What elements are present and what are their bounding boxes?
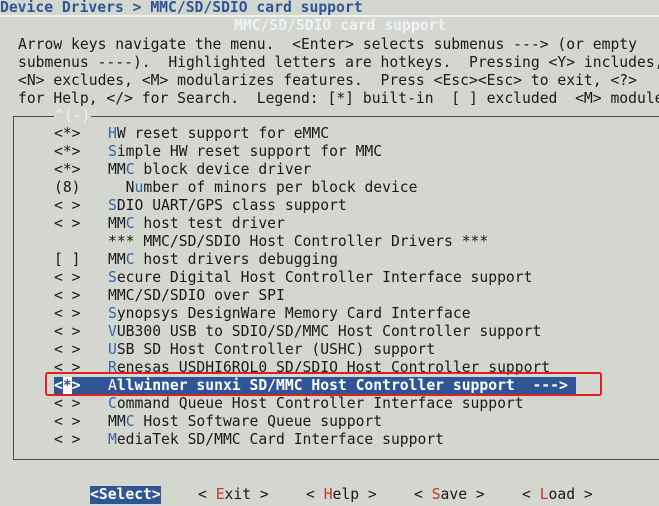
hotkey-letter: S <box>108 197 117 214</box>
menu-item-state[interactable]: < > <box>54 341 108 359</box>
menu-item-label: MMC host test driver <box>108 215 285 232</box>
save-button[interactable]: < Save > <box>414 486 485 504</box>
menu-item-state[interactable]: <*> <box>54 125 108 143</box>
menu-item-state[interactable]: < > <box>54 395 108 413</box>
hotkey-letter: S <box>108 143 117 160</box>
hotkey-letter: A <box>108 377 117 394</box>
menu-item[interactable]: < > USB SD Host Controller (USHC) support <box>54 341 576 359</box>
menu-item-state[interactable]: < > <box>54 197 108 215</box>
hotkey-letter: R <box>108 359 117 376</box>
hotkey-letter: M <box>108 431 117 448</box>
menu-item-label: *** MMC/SD/SDIO Host Controller Drivers … <box>108 233 489 250</box>
menu-item-label: MMC/SD/SDIO over SPI <box>108 287 285 304</box>
menu-item-label: HW reset support for eMMC <box>108 125 330 142</box>
menu-item-state[interactable]: < > <box>54 269 108 287</box>
menu-item-state[interactable]: < > <box>54 323 108 341</box>
load-button[interactable]: < Load > <box>522 486 593 504</box>
menu-item-state[interactable]: <*> <box>54 377 108 395</box>
hotkey-letter: U <box>108 341 117 358</box>
menu-list: <*> HW reset support for eMMC <*> Simple HW… <box>54 125 576 449</box>
menu-item-state[interactable]: <*> <box>54 161 108 179</box>
menu-item-label: MMC Host Software Queue support <box>108 413 383 430</box>
menu-item-state[interactable]: < > <box>54 305 108 323</box>
menu-item[interactable]: < > MMC/SD/SDIO over SPI <box>54 287 576 305</box>
hotkey-letter: H <box>108 125 117 142</box>
exit-button[interactable]: < Exit > <box>198 486 269 504</box>
hotkey-letter: V <box>108 323 117 340</box>
menu-item-state[interactable]: <*> <box>54 143 108 161</box>
menu-item[interactable]: < > VUB300 USB to SDIO/SD/MMC Host Contro… <box>54 323 576 341</box>
menu-item[interactable]: < > SDIO UART/GPS class support <box>54 197 576 215</box>
menu-item[interactable]: < > MediaTek SD/MMC Card Interface suppor… <box>54 431 576 449</box>
menu-item[interactable]: < > Secure Digital Host Controller Interf… <box>54 269 576 287</box>
menu-item-label: MediaTek SD/MMC Card Interface support <box>108 431 445 448</box>
menu-item[interactable]: <*> HW reset support for eMMC <box>54 125 576 143</box>
select-button[interactable]: <Select> <box>90 486 161 504</box>
menu-item-state[interactable]: < > <box>54 215 108 233</box>
scroll-up-indicator[interactable]: ^(-) <box>54 108 92 124</box>
menu-item-label: USB SD Host Controller (USHC) support <box>108 341 436 358</box>
menu-item-state[interactable]: < > <box>54 287 108 305</box>
menu-item-label: Allwinner sunxi SD/MMC Host Controller s… <box>108 377 568 394</box>
menu-item-label: SDIO UART/GPS class support <box>108 197 347 214</box>
help-button[interactable]: < Help > <box>306 486 377 504</box>
menu-item[interactable]: < > MMC Host Software Queue support <box>54 413 576 431</box>
hotkey-letter: C <box>108 395 117 412</box>
menu-item-state[interactable]: [ ] <box>54 251 108 269</box>
hotkey-letter: S <box>108 305 117 322</box>
menu-item[interactable]: <*> MMC block device driver <box>54 161 576 179</box>
help-text: Arrow keys navigate the menu. <Enter> se… <box>18 36 659 108</box>
menu-item-label: Simple HW reset support for MMC <box>108 143 383 160</box>
breadcrumb: Device Drivers > MMC/SD/SDIO card suppor… <box>0 0 363 16</box>
menu-item: *** MMC/SD/SDIO Host Controller Drivers … <box>54 233 576 251</box>
hotkey-letter: C <box>125 413 135 430</box>
help-line: for Help, </> for Search. Legend: [*] bu… <box>18 90 659 107</box>
menu-item-label: Synopsys DesignWare Memory Card Interfac… <box>108 305 471 322</box>
help-line: <N> excludes, <M> modularizes features. … <box>18 72 637 89</box>
menu-item[interactable]: < > Renesas USDHI6ROL0 SD/SDIO Host Contr… <box>54 359 576 377</box>
help-line: Arrow keys navigate the menu. <Enter> se… <box>18 36 637 53</box>
hotkey-letter: C <box>125 215 135 232</box>
menu-item-label: Secure Digital Host Controller Interface… <box>108 269 533 286</box>
menu-item-state[interactable]: < > <box>54 359 108 377</box>
menu-item-state[interactable] <box>54 233 108 251</box>
menu-item-label: VUB300 USB to SDIO/SD/MMC Host Controlle… <box>108 323 542 340</box>
menu-item[interactable]: [ ] MMC host drivers debugging <box>54 251 576 269</box>
window-title: MMC/SD/SDIO card support <box>234 17 447 35</box>
menu-item-state[interactable]: < > <box>54 431 108 449</box>
hotkey-letter: S <box>108 269 117 286</box>
menu-item-label: Renesas USDHI6ROL0 SD/SDIO Host Controll… <box>108 359 551 376</box>
menu-item-state[interactable]: (8) <box>54 179 108 197</box>
menu-item[interactable]: <*> Simple HW reset support for MMC <box>54 143 576 161</box>
help-line: submenus ----). Highlighted letters are … <box>18 54 659 71</box>
menu-item[interactable]: < > Command Queue Host Controller Interfa… <box>54 395 576 413</box>
menu-item[interactable]: (8) Number of minors per block device <box>54 179 576 197</box>
menu-item-label: MMC host drivers debugging <box>108 251 338 268</box>
menu-item[interactable]: < > MMC host test driver <box>54 215 576 233</box>
hotkey-letter: C <box>125 251 135 268</box>
menu-item[interactable]: < > Synopsys DesignWare Memory Card Inter… <box>54 305 576 323</box>
menu-item-label: Number of minors per block device <box>108 179 418 196</box>
hotkey-letter: C <box>125 161 135 178</box>
menu-item-label: MMC block device driver <box>108 161 312 178</box>
menu-item-state[interactable]: < > <box>54 413 108 431</box>
menu-item-label: Command Queue Host Controller Interface … <box>108 395 524 412</box>
button-bar: <Select> < Exit > < Help > < Save > < Load > <box>0 486 659 504</box>
menu-item-selected[interactable]: <*> Allwinner sunxi SD/MMC Host Controlle… <box>54 377 576 395</box>
hotkey-letter: u <box>134 179 144 196</box>
